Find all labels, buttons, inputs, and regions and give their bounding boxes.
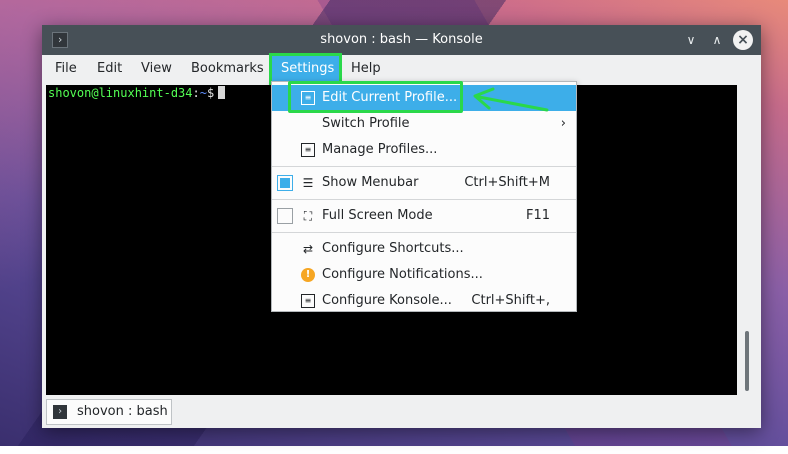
- annotation-arrow-icon: [473, 87, 549, 112]
- menu-separator: [272, 232, 576, 233]
- bell-icon: !: [301, 268, 315, 282]
- chevron-down-icon[interactable]: ∨: [682, 31, 700, 49]
- menu-separator: [272, 166, 576, 167]
- menu-item-configure-notifications[interactable]: ! Configure Notifications...: [272, 262, 576, 288]
- settings-dropdown-menu: ≡ Edit Current Profile... Switch Profile…: [271, 81, 577, 312]
- annotation-highlight-box: [288, 81, 463, 113]
- menu-item-shortcut: F11: [525, 208, 550, 223]
- title-bar[interactable]: › shovon : bash — Konsole ∨ ∧ ×: [42, 25, 761, 55]
- menu-item-configure-konsole[interactable]: ≡ Configure Konsole... Ctrl+Shift+,: [272, 288, 576, 314]
- chevron-right-icon: ›: [560, 116, 566, 131]
- menu-item-label: Configure Notifications...: [322, 267, 483, 282]
- menu-bar: File Edit View Bookmarks Settings Help: [42, 53, 761, 85]
- tab-bar: › shovon : bash: [42, 397, 761, 428]
- menu-item-full-screen-mode[interactable]: ⛶ Full Screen Mode F11: [272, 203, 576, 229]
- text-cursor: [218, 86, 226, 99]
- shell-prompt: shovon@linuxhint-d34:~$: [48, 86, 226, 101]
- scrollbar-thumb[interactable]: [745, 331, 749, 391]
- menu-item-show-menubar[interactable]: ☰ Show Menubar Ctrl+Shift+M: [272, 170, 576, 196]
- window-title: shovon : bash — Konsole: [320, 32, 483, 47]
- fullscreen-icon: ⛶: [303, 209, 313, 223]
- tab-shovon-bash[interactable]: › shovon : bash: [46, 399, 172, 425]
- close-icon[interactable]: ×: [733, 30, 753, 50]
- settings-icon: ≡: [301, 294, 315, 308]
- prompt-separator: :: [192, 86, 200, 100]
- shortcuts-icon: ⇄: [302, 242, 314, 256]
- menu-item-label: Switch Profile: [322, 116, 410, 131]
- menu-item-shortcut: Ctrl+Shift+,: [471, 293, 550, 308]
- profile-icon: ≡: [301, 143, 315, 157]
- menu-view[interactable]: View: [131, 55, 182, 83]
- show-menubar-checkbox[interactable]: [277, 175, 293, 191]
- menu-item-label: Show Menubar: [322, 175, 419, 190]
- prompt-symbol: $: [206, 86, 215, 100]
- chevron-up-icon[interactable]: ∧: [708, 31, 726, 49]
- menu-item-configure-shortcuts[interactable]: ⇄ Configure Shortcuts...: [272, 236, 576, 262]
- menu-file[interactable]: File: [45, 55, 87, 83]
- prompt-user-host: shovon@linuxhint-d34: [48, 86, 193, 100]
- menu-item-label: Configure Konsole...: [322, 293, 452, 308]
- menu-edit[interactable]: Edit: [87, 55, 132, 83]
- tab-label: shovon : bash: [77, 404, 168, 419]
- menu-settings[interactable]: Settings: [269, 53, 342, 85]
- menu-item-label: Full Screen Mode: [322, 208, 433, 223]
- menu-separator: [272, 199, 576, 200]
- menu-help[interactable]: Help: [341, 55, 391, 83]
- scrollbar[interactable]: [739, 85, 755, 395]
- menu-item-label: Configure Shortcuts...: [322, 241, 464, 256]
- menu-item-label: Manage Profiles...: [322, 142, 438, 157]
- menu-item-shortcut: Ctrl+Shift+M: [464, 175, 550, 190]
- menubar-icon: ☰: [302, 176, 314, 190]
- menu-bookmarks[interactable]: Bookmarks: [181, 55, 274, 83]
- prompt-path: ~: [199, 86, 207, 100]
- terminal-icon: ›: [53, 405, 67, 419]
- menu-item-manage-profiles[interactable]: ≡ Manage Profiles...: [272, 137, 576, 163]
- full-screen-checkbox[interactable]: [277, 208, 293, 224]
